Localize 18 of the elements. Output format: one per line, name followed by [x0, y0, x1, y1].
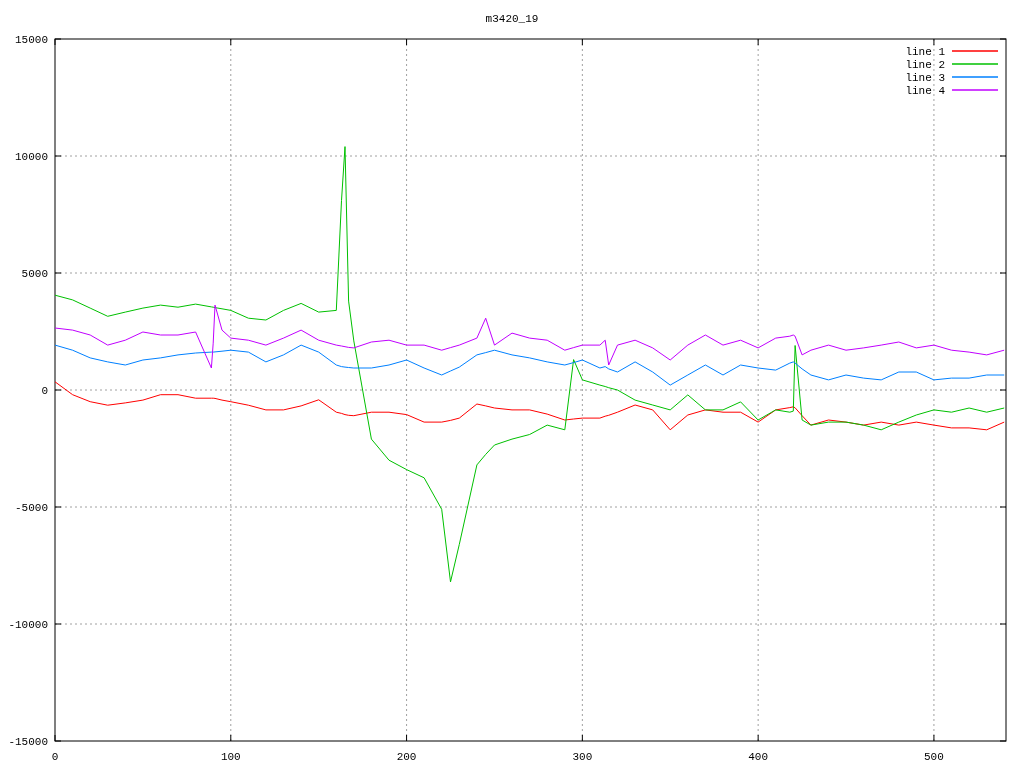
x-tick-label: 0 [51, 751, 59, 763]
legend-label: line 3 [905, 72, 945, 84]
legend-label: line 4 [905, 85, 945, 97]
y-tick-label: -15000 [8, 736, 48, 748]
y-tick-label: -5000 [15, 502, 48, 514]
x-tick-label: 300 [572, 751, 593, 763]
legend-label: line 2 [905, 59, 945, 71]
chart-title: m3420_19 [485, 13, 539, 25]
x-tick-label: 200 [396, 751, 417, 763]
y-tick-label: 0 [41, 385, 48, 397]
y-tick-label: 15000 [15, 34, 48, 46]
x-tick-label: 100 [220, 751, 241, 763]
y-tick-label: 5000 [21, 268, 48, 280]
y-tick-label: 10000 [15, 151, 48, 163]
x-tick-label: 400 [748, 751, 769, 763]
x-tick-label: 500 [924, 751, 944, 763]
y-tick-label: -10000 [8, 619, 48, 631]
legend-label: line 1 [905, 46, 945, 58]
